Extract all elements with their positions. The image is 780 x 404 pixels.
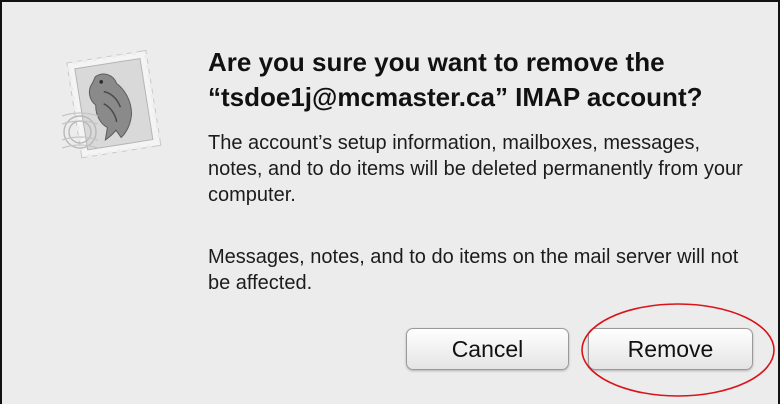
remove-button[interactable]: Remove [588, 328, 753, 370]
dialog-message-server: Messages, notes, and to do items on the … [208, 246, 739, 294]
dialog-title: Are you sure you want to remove the “tsd… [208, 47, 703, 112]
mail-stamp-icon [60, 46, 170, 164]
cancel-button[interactable]: Cancel [406, 328, 569, 370]
dialog-message-deletion: The account’s setup information, mailbox… [208, 132, 743, 206]
remove-account-dialog: Are you sure you want to remove the “tsd… [0, 0, 780, 404]
